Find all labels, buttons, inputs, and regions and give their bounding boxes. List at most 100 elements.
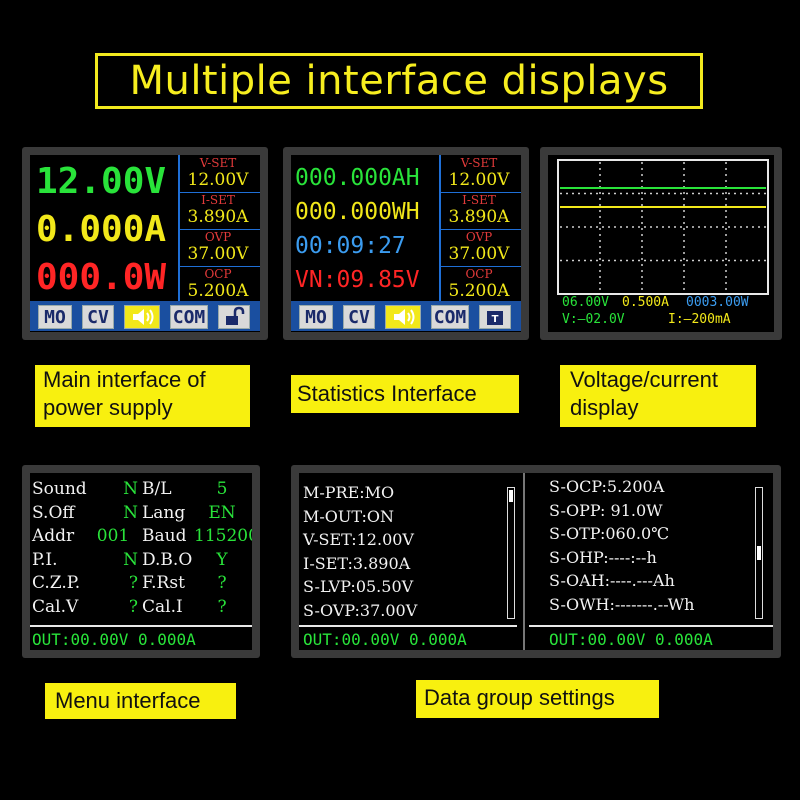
menu-value[interactable]: EN [194, 503, 250, 523]
lock-t-icon[interactable]: T [479, 305, 511, 329]
vset-value: 12.00V [448, 170, 510, 190]
caption-statistics: Statistics Interface [291, 375, 519, 413]
page-title: Multiple interface displays [95, 53, 703, 109]
data-group-screen: M-PRE:MO M-OUT:ON V-SET:12.00V I-SET:3.890A… [291, 465, 781, 658]
scroll-thumb[interactable] [509, 490, 513, 502]
menu-value[interactable]: Y [194, 550, 250, 570]
iset-cell: I-SET 3.890A [182, 193, 260, 229]
settings-column: V-SET 12.00V I-SET 3.890A OVP 37.00V OCP… [178, 155, 260, 301]
unlock-icon[interactable] [218, 305, 250, 329]
ocp-cell: OCP 5.200A [443, 267, 521, 303]
caption-main: Main interface of power supply [35, 365, 250, 427]
menu-key: P.I. [32, 549, 58, 570]
menu-key: Addr [32, 526, 75, 546]
speaker-icon[interactable] [124, 305, 160, 329]
output-readout-right: OUT:00.00V 0.000A [549, 630, 713, 649]
speaker-icon[interactable] [385, 305, 421, 329]
menu-value: N [123, 549, 138, 570]
com-button[interactable]: COM [431, 305, 469, 329]
ovp-value: 37.00V [448, 244, 510, 264]
menu-value[interactable]: ? [194, 597, 250, 617]
status-bar: MO CV COM [30, 301, 260, 331]
menu-key: D.B.O [142, 549, 193, 570]
ocp-value: 5.200A [448, 281, 510, 301]
amp-hour-readout: 000.000AH [295, 165, 420, 191]
iset-label: I-SET [201, 193, 235, 207]
status-bar: MO CV COM T [291, 301, 521, 331]
menu-value[interactable]: 5 [194, 479, 250, 499]
setting-row[interactable]: S-OHP:----:--h [549, 548, 657, 567]
graph-voltage: 06.00V [562, 295, 609, 310]
menu-key: F.Rst [142, 573, 185, 593]
setting-row[interactable]: V-SET:12.00V [303, 530, 414, 549]
iset-value: 3.890A [187, 207, 249, 227]
caption-data-group: Data group settings [416, 680, 659, 718]
menu-key: S.Off [32, 502, 75, 523]
setting-row[interactable]: M-OUT:ON [303, 507, 394, 526]
menu-key: C.Z.P. [32, 573, 81, 593]
ovp-cell: OVP 37.00V [443, 230, 521, 266]
menu-key: Lang [142, 502, 186, 523]
svg-text:T: T [492, 314, 499, 325]
ocp-cell: OCP 5.200A [182, 267, 260, 303]
ovp-value: 37.00V [187, 244, 249, 264]
current-scale: I:—200mA [668, 312, 731, 327]
menu-value[interactable]: 115200 [194, 526, 252, 546]
scrollbar-left[interactable] [507, 487, 515, 619]
menu-key: Sound [32, 479, 87, 499]
voltage-scale: V:—02.0V [562, 312, 625, 327]
scrollbar-right[interactable] [755, 487, 763, 619]
vset-label: V-SET [199, 156, 237, 170]
cv-button[interactable]: CV [343, 305, 375, 329]
ocp-value: 5.200A [187, 281, 249, 301]
menu-value[interactable]: ? [194, 573, 250, 593]
menu-value: 001 [96, 526, 130, 546]
menu-screen: SoundNB/L5S.OffNLangENAddr001Baud115200P… [22, 465, 260, 658]
vset-value: 12.00V [187, 170, 249, 190]
setting-row[interactable]: I-SET:3.890A [303, 554, 410, 573]
iset-cell: I-SET 3.890A [443, 193, 521, 229]
com-button[interactable]: COM [170, 305, 208, 329]
setting-row[interactable]: M-PRE:MO [303, 483, 394, 502]
iset-value: 3.890A [448, 207, 510, 227]
menu-key: Baud [142, 526, 187, 546]
mode-button[interactable]: MO [38, 305, 72, 329]
cv-button[interactable]: CV [82, 305, 114, 329]
iset-label: I-SET [462, 193, 496, 207]
menu-key: Cal.V [32, 596, 79, 617]
scroll-thumb[interactable] [757, 546, 761, 560]
main-interface-screen: 12.00V 0.000A 000.0W V-SET 12.00V I-SET … [22, 147, 268, 340]
input-voltage-readout: VN:09.85V [295, 267, 420, 293]
elapsed-time-readout: 00:09:27 [295, 233, 406, 259]
caption-menu: Menu interface [45, 683, 236, 719]
setting-row[interactable]: S-OAH:----.---Ah [549, 571, 675, 590]
setting-row[interactable]: S-OVP:37.00V [303, 601, 417, 620]
setting-row[interactable]: S-OCP:5.200A [549, 477, 664, 496]
menu-key: Cal.I [142, 596, 183, 617]
setting-row[interactable]: S-OPP: 91.0W [549, 501, 663, 520]
settings-column: V-SET 12.00V I-SET 3.890A OVP 37.00V OCP… [439, 155, 521, 301]
statistics-screen: 000.000AH 000.000WH 00:09:27 VN:09.85V V… [283, 147, 529, 340]
graph-screen: 06.00V 0.500A 0003.00W V:—02.0V I:—200mA [540, 147, 782, 340]
vset-cell: V-SET 12.00V [443, 156, 521, 192]
menu-value: N [123, 479, 138, 499]
caption-graph: Voltage/current display [560, 365, 756, 427]
ovp-label: OVP [204, 230, 232, 244]
setting-row[interactable]: S-LVP:05.50V [303, 577, 413, 596]
voltage-readout: 12.00V [36, 161, 167, 202]
setting-row[interactable]: S-OWH:-------.--Wh [549, 595, 694, 614]
menu-key: B/L [142, 479, 172, 499]
watt-hour-readout: 000.000WH [295, 199, 420, 225]
menu-value: N [123, 502, 138, 523]
setting-row[interactable]: S-OTP:060.0℃ [549, 524, 669, 543]
ocp-label: OCP [465, 267, 493, 281]
power-readout: 000.0W [36, 257, 167, 298]
output-readout-left: OUT:00.00V 0.000A [303, 630, 467, 649]
vset-label: V-SET [460, 156, 498, 170]
ocp-label: OCP [204, 267, 232, 281]
graph-power: 0003.00W [686, 295, 749, 310]
graph-current: 0.500A [622, 295, 669, 310]
menu-value: ? [128, 573, 138, 593]
mode-button[interactable]: MO [299, 305, 333, 329]
vset-cell: V-SET 12.00V [182, 156, 260, 192]
